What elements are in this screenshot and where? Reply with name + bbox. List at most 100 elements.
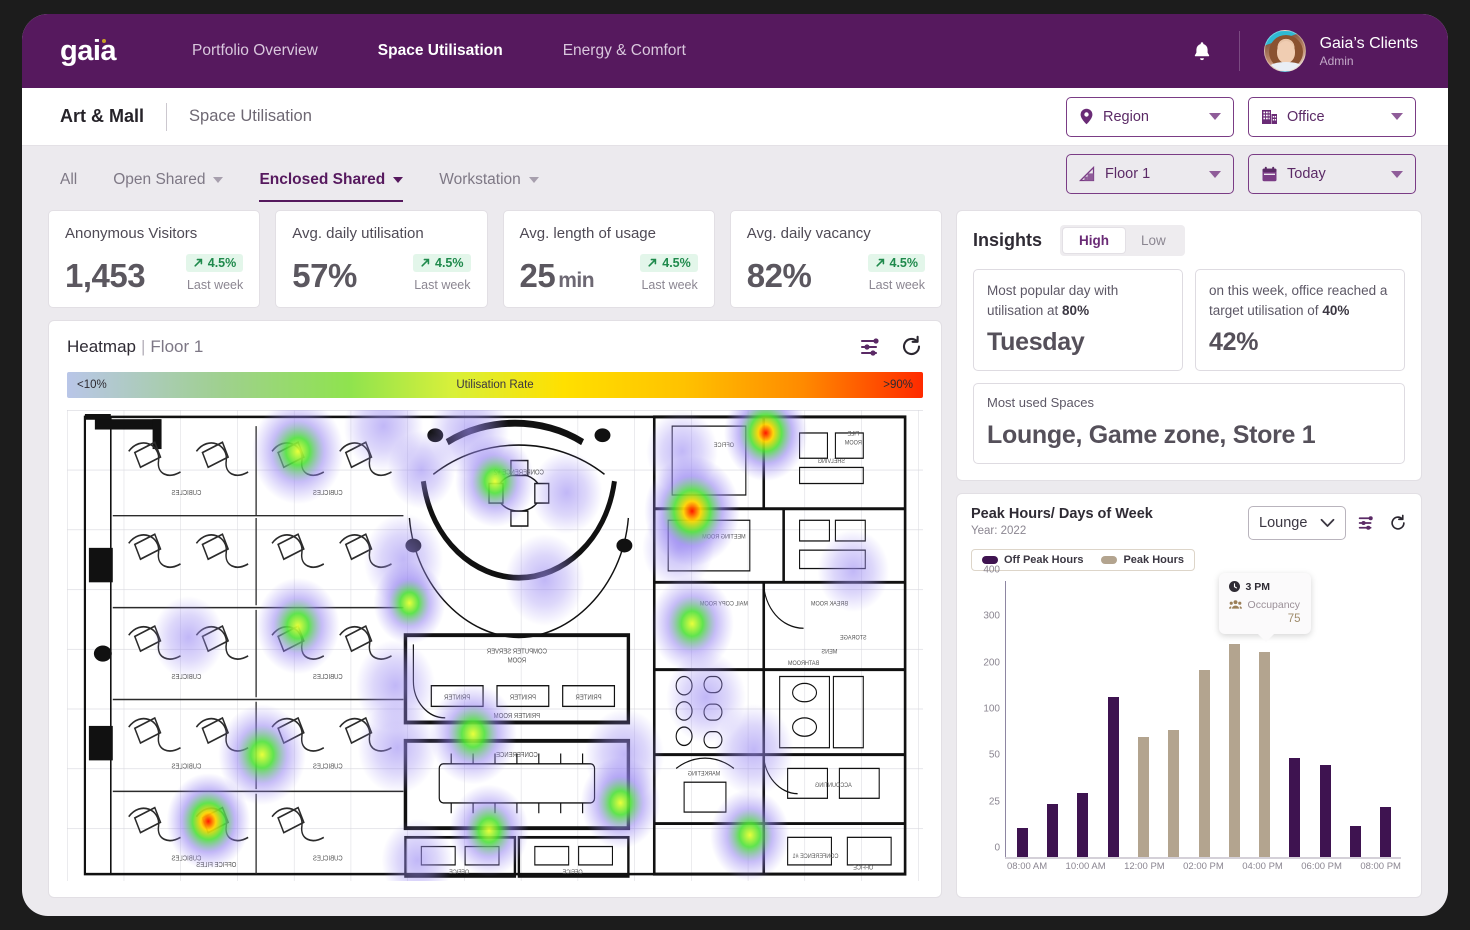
tooltip-metric-label: Occupancy [1247, 598, 1301, 611]
primary-nav-links: Portfolio Overview Space Utilisation Ene… [162, 42, 716, 60]
avatar-face [1276, 41, 1295, 63]
user-avatar[interactable] [1263, 30, 1306, 72]
refresh-icon[interactable] [1389, 514, 1407, 532]
toggle-option-high[interactable]: High [1063, 228, 1126, 253]
chart-x-tick-label: 10:00 AM [1065, 861, 1106, 872]
insight-label-highlight: 80% [1062, 302, 1090, 318]
chart-x-tick-label: 02:00 PM [1183, 861, 1224, 872]
floor-dropdown[interactable]: Floor 1 [1066, 154, 1234, 194]
kpi-value: 82% [746, 257, 812, 294]
bell-icon [1194, 41, 1209, 60]
breadcrumb-primary[interactable]: Art & Mall [60, 106, 144, 127]
chart-bar-cell[interactable] [1068, 581, 1098, 857]
user-info[interactable]: Gaia’s Clients Admin [1320, 34, 1418, 69]
tab-enclosed-shared[interactable]: Enclosed Shared [259, 164, 404, 202]
legend-label-off-peak: Off Peak Hours [1004, 553, 1084, 566]
kpi-delta: 4.5% Last week [185, 253, 244, 292]
chart-bar[interactable] [1046, 803, 1058, 857]
chart-bar[interactable] [1319, 765, 1331, 857]
nav-link-space-utilisation[interactable]: Space Utilisation [348, 42, 533, 60]
heatmap-title-text: Heatmap [67, 336, 136, 356]
chart-bar-cell[interactable] [1128, 581, 1158, 857]
kpi-delta-badge: 4.5% [867, 253, 925, 272]
svg-text:PRINTER: PRINTER [509, 694, 535, 701]
svg-text:MENS: MENS [821, 649, 837, 655]
chevron-down-icon [213, 176, 224, 183]
office-dropdown[interactable]: Office [1248, 96, 1416, 137]
heatmap-panel: Heatmap | Floor 1 <10% Utilisation Rate … [48, 320, 942, 898]
nav-divider [1238, 31, 1240, 71]
floor-plan-heatmap[interactable]: CUBICLES CUBICLES CUBICLES CUBICLES CUBICL… [67, 410, 923, 881]
chart-bar[interactable] [1259, 652, 1271, 857]
chart-bar-cell[interactable] [1340, 581, 1370, 857]
date-range-dropdown[interactable]: Today [1248, 154, 1416, 194]
chart-bar-cell[interactable] [1098, 581, 1128, 857]
tab-open-shared[interactable]: Open Shared [113, 164, 224, 202]
legend-item-peak: Peak Hours [1101, 554, 1184, 566]
sliders-icon[interactable] [860, 336, 884, 358]
chart-bar-cell[interactable] [1159, 581, 1189, 857]
space-select-dropdown[interactable]: Lounge [1248, 505, 1346, 540]
chart-y-axis: 0 25 50 100 200 300 400 [971, 564, 1005, 859]
insight-label: on this week, office reached a target ut… [1209, 281, 1391, 320]
insights-panel: Insights High Low Most popular day with … [956, 210, 1422, 481]
tab-all[interactable]: All [60, 164, 77, 202]
chart-bar-cell[interactable] [1310, 581, 1340, 857]
insight-value: Lounge, Game zone, Store 1 [987, 420, 1316, 449]
right-column: Insights High Low Most popular day with … [956, 210, 1422, 898]
svg-text:ACCOUNTING: ACCOUNTING [815, 783, 852, 789]
kpi-title: Avg. daily vacancy [746, 225, 871, 242]
kpi-title: Avg. daily utilisation [292, 225, 424, 242]
chart-bar[interactable] [1168, 730, 1180, 857]
chart-plot-area[interactable]: 0 25 50 100 200 300 400 08:00 AM 10:00 AM 12:00 … [971, 564, 1407, 887]
chart-bar[interactable] [1077, 792, 1089, 857]
chart-bar[interactable] [1198, 669, 1210, 857]
insights-card-row: Most popular day with utilisation at 80%… [973, 269, 1405, 372]
people-icon [1228, 600, 1242, 610]
chart-bar-cell[interactable] [1371, 581, 1401, 857]
chart-y-tick-label: 200 [983, 657, 1000, 669]
kpi-value: 25 min [520, 259, 595, 292]
chart-x-axis-labels: 08:00 AM 10:00 AM 12:00 PM 02:00 PM 04:00 PM… [1007, 861, 1401, 883]
refresh-icon[interactable] [900, 335, 923, 358]
chart-bar[interactable] [1016, 827, 1028, 857]
heatmap-legend-high: >90% [883, 379, 913, 391]
space-select-value: Lounge [1259, 514, 1308, 531]
chart-bar[interactable] [1137, 737, 1149, 857]
region-dropdown[interactable]: Region [1066, 96, 1234, 137]
heatmap-title-separator: | [140, 336, 146, 356]
kpi-value-number: 25 [519, 257, 556, 294]
breadcrumb-filters: Region Office [1066, 96, 1416, 137]
chart-subtitle-year: Year: 2022 [971, 524, 1027, 537]
chart-bar[interactable] [1350, 825, 1362, 857]
logo-dot-icon [102, 38, 106, 43]
nav-link-energy-comfort[interactable]: Energy & Comfort [533, 42, 716, 60]
chart-bar[interactable] [1228, 644, 1240, 857]
notifications-button[interactable] [1185, 34, 1219, 68]
chart-bar[interactable] [1289, 757, 1301, 857]
chart-x-tick-label [1224, 861, 1242, 883]
chart-plot: 0 25 50 100 200 300 400 08:00 AM 10:00 AM 12:00 … [971, 564, 1407, 887]
toggle-option-low[interactable]: Low [1125, 228, 1182, 253]
kpi-delta-value: 4.5% [889, 255, 919, 270]
chart-bar-cell[interactable] [1037, 581, 1067, 857]
main-content: Anonymous Visitors 1,453 4.5% Last week [22, 202, 1448, 916]
heatmap-floor-label: Floor 1 [150, 336, 204, 356]
insight-card-popular-day: Most popular day with utilisation at 80%… [973, 269, 1183, 372]
chart-bar-cell[interactable] [1007, 581, 1037, 857]
sliders-icon[interactable] [1358, 514, 1377, 532]
kpi-title: Anonymous Visitors [65, 225, 198, 242]
chart-y-tick-label: 0 [994, 842, 1000, 854]
kpi-delta-badge: 4.5% [413, 253, 471, 272]
kpi-period: Last week [186, 278, 244, 292]
svg-text:OFFICE: OFFICE [853, 865, 873, 871]
insights-title: Insights [973, 230, 1043, 250]
app-logo[interactable]: gaia [60, 35, 117, 68]
tab-workstation[interactable]: Workstation [439, 164, 539, 202]
nav-link-portfolio-overview[interactable]: Portfolio Overview [162, 42, 348, 60]
chart-bar[interactable] [1380, 807, 1392, 857]
chart-bar[interactable] [1107, 696, 1119, 857]
chart-bar-cell[interactable] [1189, 581, 1219, 857]
kpi-delta-value: 4.5% [662, 255, 691, 270]
chart-x-tick-label: 08:00 PM [1360, 861, 1401, 872]
